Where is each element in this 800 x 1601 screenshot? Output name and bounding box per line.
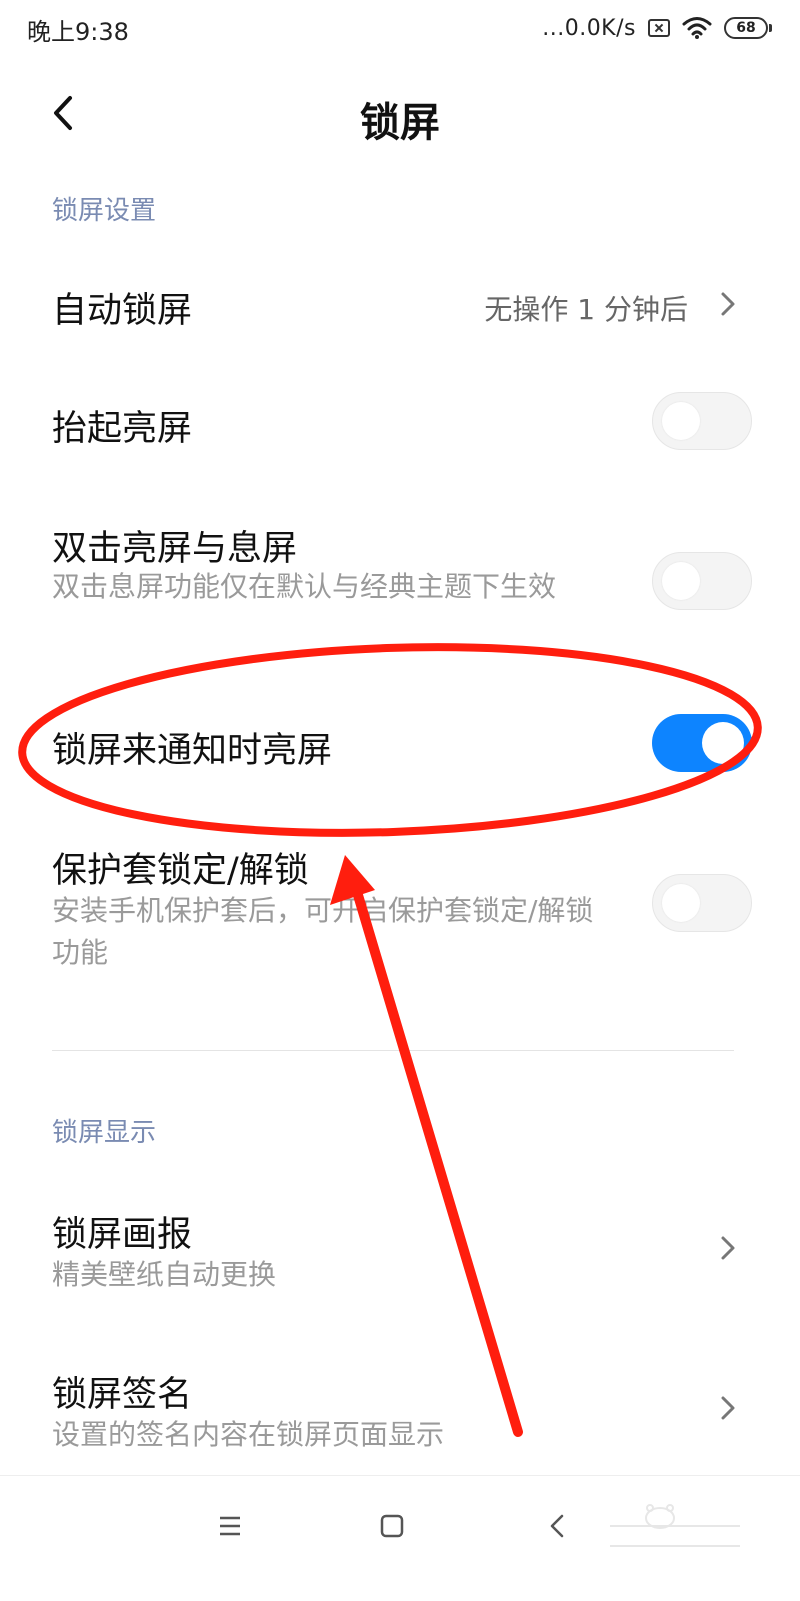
cover-lock-toggle[interactable] (652, 874, 752, 932)
battery-icon: 68 (724, 17, 772, 39)
battery-level: 68 (724, 17, 768, 39)
auto-lock-row[interactable]: 自动锁屏 无操作 1 分钟后 (0, 250, 800, 360)
raise-to-wake-toggle[interactable] (652, 392, 752, 450)
menu-icon[interactable] (208, 1504, 252, 1548)
status-time: 晚上9:38 (27, 18, 129, 46)
status-bar: 晚上9:38 ...0.0K/s 68 (0, 0, 800, 60)
navigation-bar (0, 1475, 800, 1601)
wallpaper-carousel-subtitle: 精美壁纸自动更换 (52, 1258, 277, 1291)
chevron-right-icon (716, 288, 740, 320)
raise-to-wake-title: 抬起亮屏 (52, 409, 193, 449)
wallpaper-carousel-title: 锁屏画报 (52, 1215, 193, 1255)
cover-lock-row: 保护套锁定/解锁 安装手机保护套后，可开启保护套锁定/解锁功能 (0, 820, 800, 990)
section-title-settings: 锁屏设置 (52, 196, 157, 226)
chevron-right-icon (716, 1232, 740, 1264)
network-speed: ...0.0K/s (542, 15, 636, 41)
double-tap-title: 双击亮屏与息屏 (52, 529, 298, 569)
home-icon[interactable] (370, 1504, 414, 1548)
cover-lock-title: 保护套锁定/解锁 (52, 851, 309, 891)
chevron-right-icon (716, 1392, 740, 1424)
notification-wake-row: 锁屏来通知时亮屏 (0, 690, 800, 800)
status-icons: ...0.0K/s 68 (542, 10, 772, 46)
double-tap-row: 双击亮屏与息屏 双击息屏功能仅在默认与经典主题下生效 (0, 500, 800, 660)
section-title-display: 锁屏显示 (52, 1118, 157, 1148)
wifi-icon (682, 17, 712, 39)
divider (52, 1050, 734, 1051)
wallpaper-carousel-row[interactable]: 锁屏画报 精美壁纸自动更换 (0, 1190, 800, 1320)
double-tap-subtitle: 双击息屏功能仅在默认与经典主题下生效 (52, 570, 557, 603)
notification-wake-title: 锁屏来通知时亮屏 (52, 731, 333, 771)
notification-wake-toggle[interactable] (652, 714, 752, 772)
no-sim-icon (648, 19, 670, 37)
back-icon[interactable] (536, 1504, 580, 1548)
signature-title: 锁屏签名 (52, 1375, 193, 1415)
raise-to-wake-row: 抬起亮屏 (0, 370, 800, 480)
double-tap-toggle[interactable] (652, 552, 752, 610)
cover-lock-subtitle: 安装手机保护套后，可开启保护套锁定/解锁功能 (52, 894, 594, 969)
watermark-logo (600, 1496, 760, 1566)
page-title: 锁屏 (360, 100, 440, 146)
header: 锁屏 (0, 70, 800, 160)
signature-row[interactable]: 锁屏签名 设置的签名内容在锁屏页面显示 (0, 1350, 800, 1470)
signature-subtitle: 设置的签名内容在锁屏页面显示 (52, 1418, 445, 1451)
auto-lock-title: 自动锁屏 (52, 291, 193, 331)
auto-lock-value: 无操作 1 分钟后 (484, 293, 688, 326)
